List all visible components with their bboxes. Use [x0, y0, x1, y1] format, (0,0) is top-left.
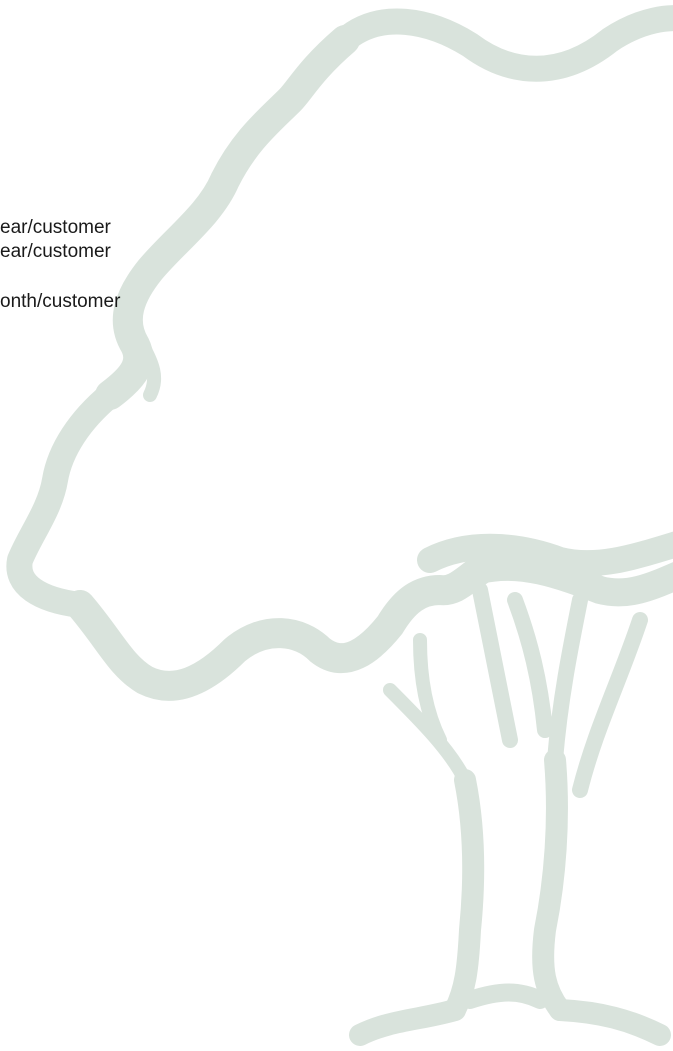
rate-line: ear/customer	[0, 217, 111, 238]
rate-line: ear/customer	[0, 241, 111, 262]
customer-rates-list: ear/customer ear/customer onth/customer	[0, 216, 120, 314]
document-page: ear/customer ear/customer onth/customer	[0, 0, 673, 1051]
tree-icon	[6, 5, 673, 1046]
rate-line: onth/customer	[0, 291, 121, 312]
